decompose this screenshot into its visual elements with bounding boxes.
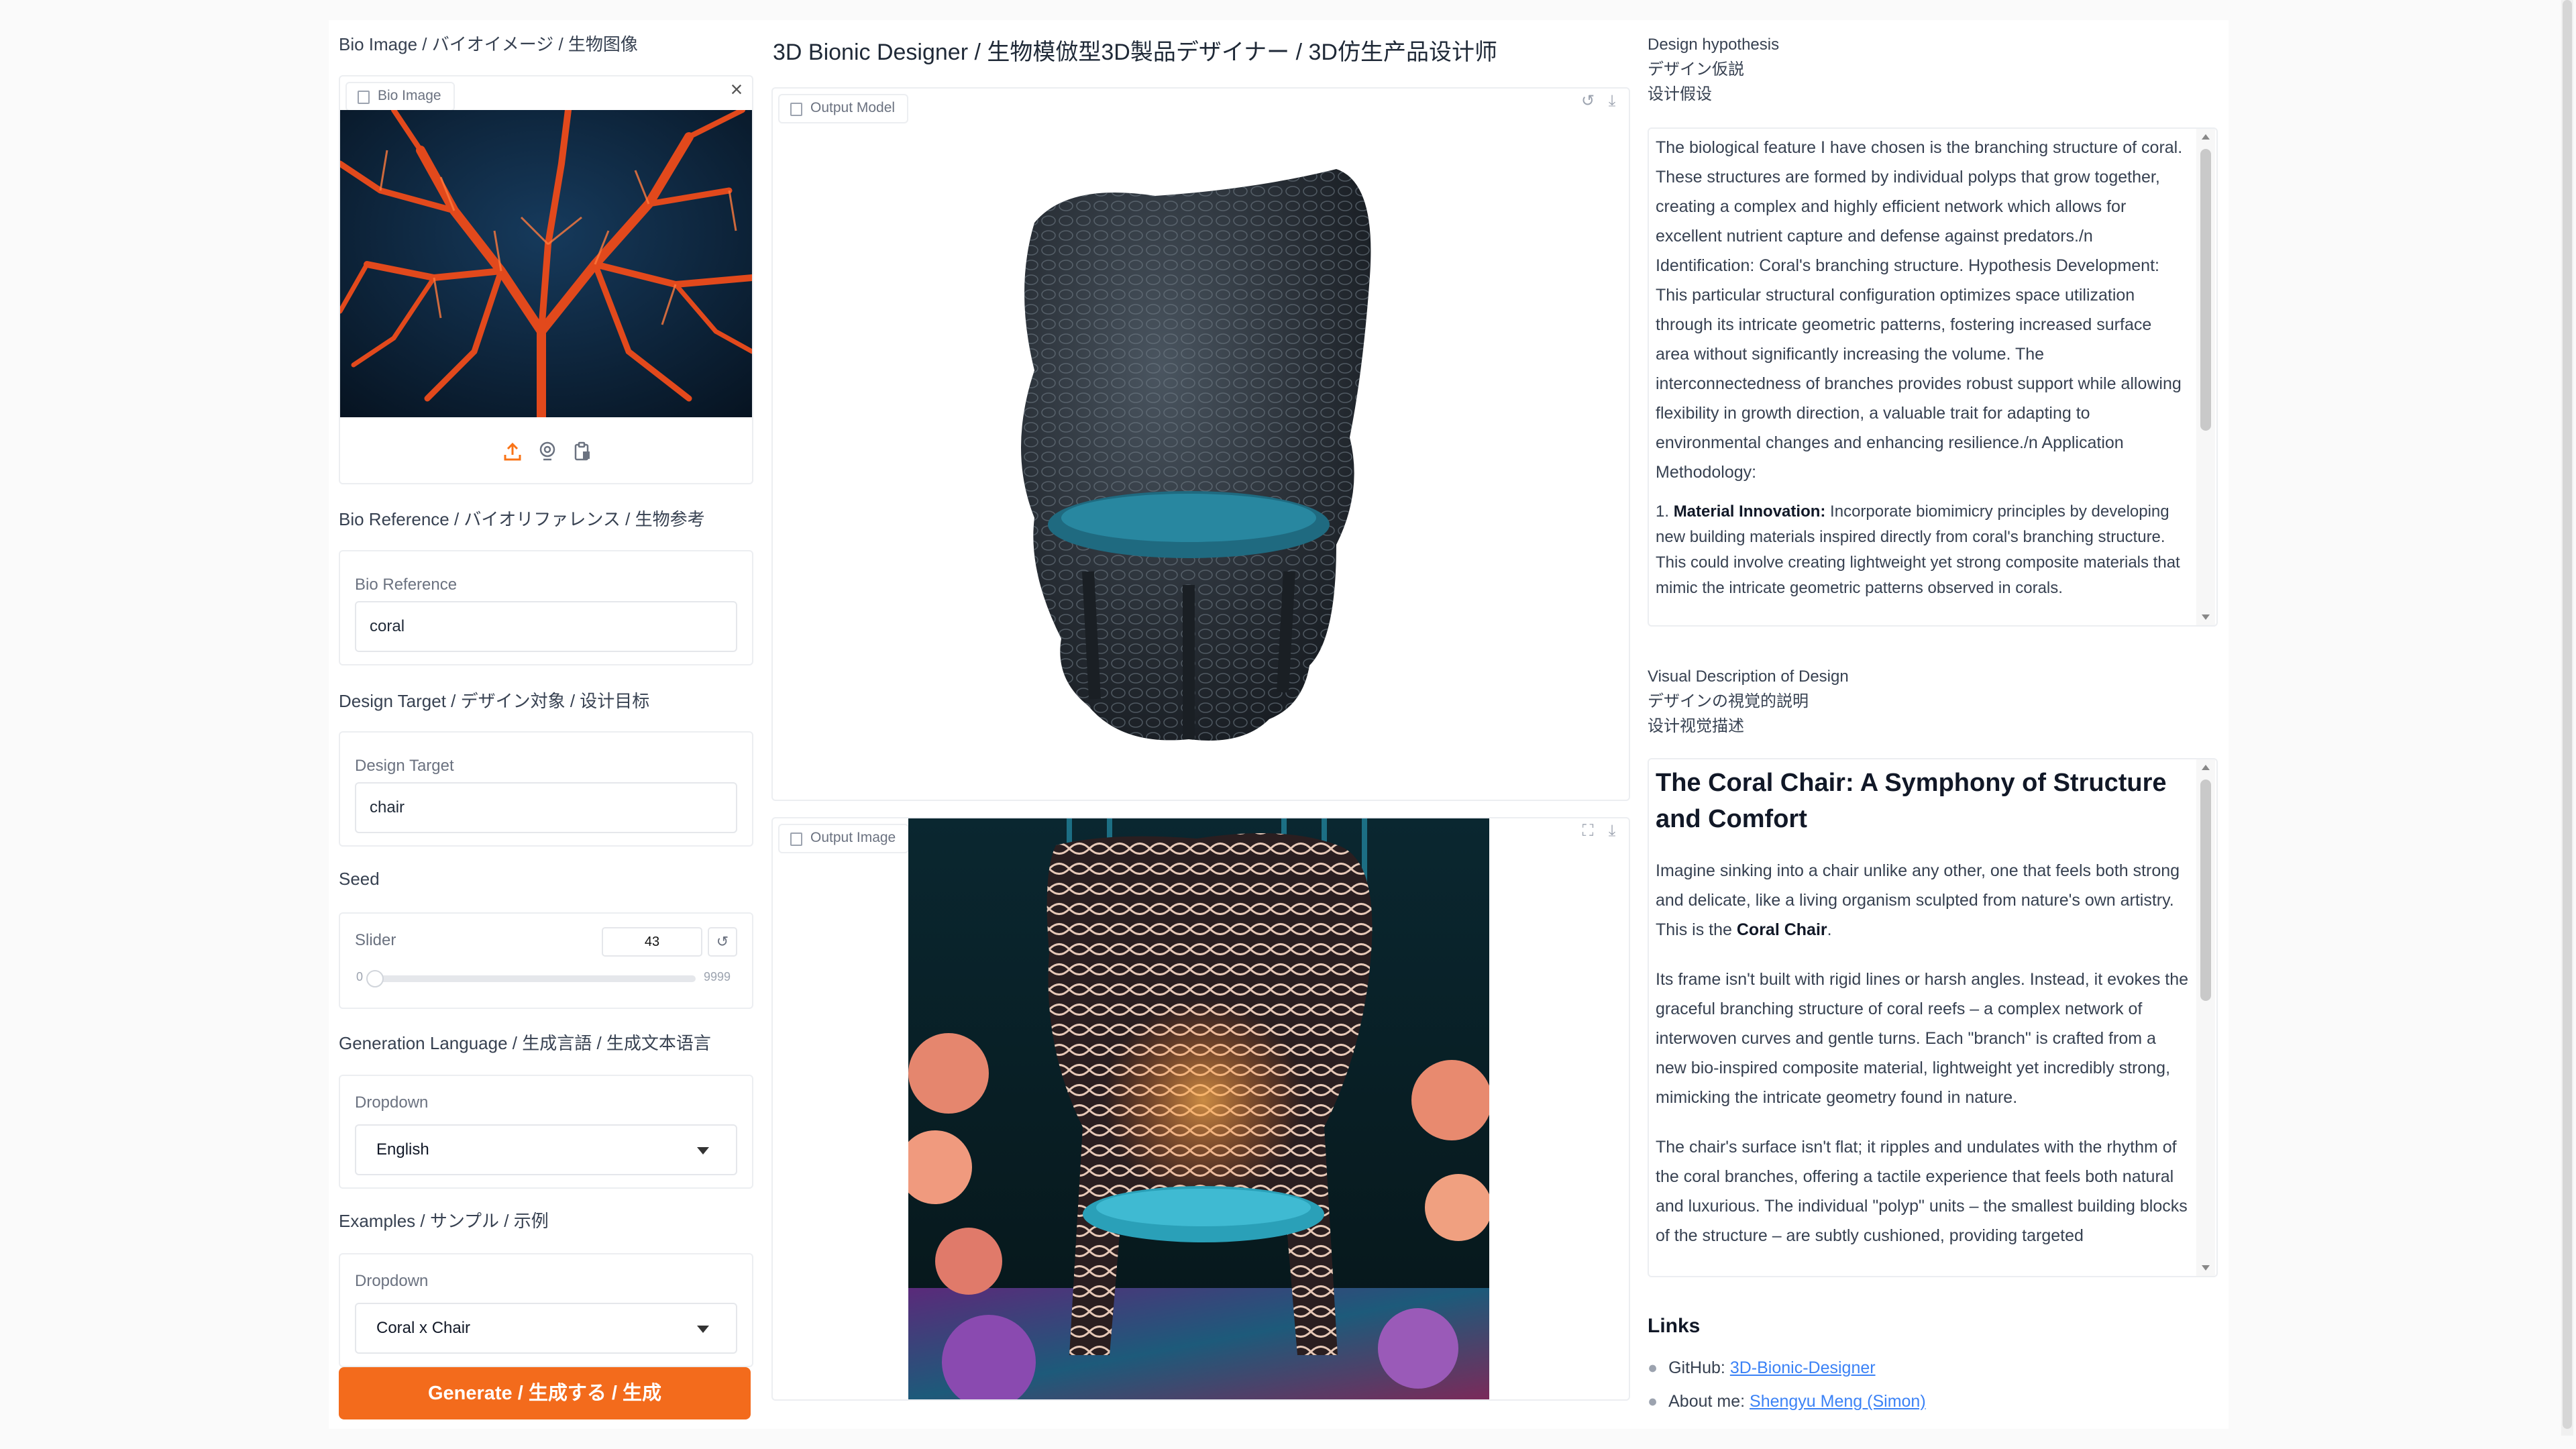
bio-reference-input[interactable]: coral <box>355 601 737 652</box>
seed-slider-track[interactable] <box>366 970 696 987</box>
hypothesis-title-ja: デザイン仮説 <box>1648 60 1744 78</box>
examples-section-title: Examples / サンプル / 示例 <box>339 1211 549 1231</box>
image-icon <box>790 833 802 846</box>
scroll-down-icon[interactable] <box>2202 614 2210 620</box>
webcam-icon[interactable] <box>538 441 557 462</box>
design-target-block: Design Target chair <box>339 731 753 847</box>
hypothesis-paragraph: The biological feature I have chosen is … <box>1656 138 2183 482</box>
link-item-about: ● About me: Shengyu Meng (Simon) <box>1648 1392 1926 1411</box>
generation-language-label: Dropdown <box>355 1093 429 1112</box>
bio-image <box>340 110 752 417</box>
visual-paragraph-2: Its frame isn't built with rigid lines o… <box>1656 970 2189 1107</box>
chevron-down-icon <box>697 1147 709 1155</box>
left-panel: Bio Image / バイオイメージ / 生物图像 Bio Image × B… <box>339 20 753 1429</box>
hypothesis-title: Design hypothesis デザイン仮説 设计假设 <box>1648 32 1779 107</box>
seed-slider-thumb[interactable] <box>366 970 384 987</box>
chevron-down-icon <box>697 1326 709 1333</box>
generate-button[interactable]: Generate / 生成する / 生成 <box>339 1367 751 1419</box>
image-icon <box>358 91 370 104</box>
generation-language-dropdown[interactable]: English <box>355 1124 737 1175</box>
link-item-github: ● GitHub: 3D-Bionic-Designer <box>1648 1358 1876 1377</box>
visual-title-en: Visual Description of Design <box>1648 667 1849 686</box>
download-icon[interactable]: ⤓ <box>1602 91 1622 111</box>
fullscreen-icon[interactable]: ⛶ <box>1578 821 1598 841</box>
file-icon <box>790 103 802 116</box>
examples-dropdown[interactable]: Coral x Chair <box>355 1303 737 1354</box>
upload-icon[interactable] <box>503 441 522 462</box>
bio-image-section-title: Bio Image / バイオイメージ / 生物图像 <box>339 34 638 54</box>
output-model-block: Output Model ↺ ⤓ <box>771 87 1630 801</box>
visual-scroll-thumb[interactable] <box>2200 780 2211 1001</box>
right-panel: Design hypothesis デザイン仮説 设计假设 The biolog… <box>1648 20 2229 1429</box>
visual-scrollbar[interactable] <box>2196 759 2215 1276</box>
design-target-section-title: Design Target / デザイン対象 / 设计目标 <box>339 691 650 711</box>
bio-reference-block: Bio Reference coral <box>339 550 753 665</box>
seed-number-input[interactable]: 43 <box>602 927 702 957</box>
seed-min-label: 0 <box>356 970 364 983</box>
bio-image-tag: Bio Image <box>345 82 455 111</box>
center-panel: 3D Bionic Designer / 生物模倣型3D製品デザイナー / 3D… <box>771 20 1630 1429</box>
bio-image-block: Bio Image × <box>339 75 753 484</box>
hypothesis-title-en: Design hypothesis <box>1648 36 1780 54</box>
seed-section-title: Seed <box>339 869 380 889</box>
seed-max-label: 9999 <box>704 970 731 983</box>
reset-icon[interactable]: ↺ <box>708 927 737 957</box>
bio-reference-section-title: Bio Reference / バイオリファレンス / 生物参考 <box>339 509 705 529</box>
seed-block: Slider 43 ↺ 0 9999 <box>339 912 753 1009</box>
app-container: Bio Image / バイオイメージ / 生物图像 Bio Image × B… <box>329 20 2229 1429</box>
image-toolbar <box>340 439 752 466</box>
visual-description-box: The Coral Chair: A Symphony of Structure… <box>1648 758 2218 1277</box>
hypothesis-text: The biological feature I have chosen is … <box>1656 133 2190 621</box>
hypothesis-scroll-thumb[interactable] <box>2200 149 2211 431</box>
visual-title: Visual Description of Design デザインの視覚的説明 … <box>1648 664 1849 739</box>
examples-value: Coral x Chair <box>376 1319 471 1337</box>
visual-title-zh: 设计视觉描述 <box>1648 717 1744 735</box>
undo-icon[interactable]: ↺ <box>1578 91 1598 111</box>
examples-block: Dropdown Coral x Chair <box>339 1253 753 1367</box>
visual-heading: The Coral Chair: A Symphony of Structure… <box>1656 769 2167 833</box>
output-image-tag: Output Image <box>778 824 910 853</box>
design-target-label: Design Target <box>355 757 454 775</box>
download-icon[interactable]: ⤓ <box>1602 821 1622 841</box>
examples-label: Dropdown <box>355 1272 429 1290</box>
page-title: 3D Bionic Designer / 生物模倣型3D製品デザイナー / 3D… <box>773 40 1497 65</box>
3d-chair-model[interactable] <box>987 169 1430 759</box>
output-model-tag: Output Model <box>778 94 909 123</box>
hypothesis-scrollbar[interactable] <box>2196 129 2215 625</box>
visual-description-text: The Coral Chair: A Symphony of Structure… <box>1656 765 2190 1271</box>
github-link[interactable]: 3D-Bionic-Designer <box>1730 1358 1876 1377</box>
about-link[interactable]: Shengyu Meng (Simon) <box>1750 1392 1926 1411</box>
output-image-block: Output Image ⛶ ⤓ <box>771 817 1630 1401</box>
window-scrollbar[interactable] <box>2561 0 2573 1436</box>
scroll-down-icon[interactable] <box>2202 1265 2210 1271</box>
visual-paragraph-1: Imagine sinking into a chair unlike any … <box>1656 861 2180 939</box>
visual-paragraph-3: The chair's surface isn't flat; it rippl… <box>1656 1138 2188 1245</box>
generation-language-block: Dropdown English <box>339 1075 753 1189</box>
visual-title-ja: デザインの視覚的説明 <box>1648 692 1809 710</box>
generation-language-section-title: Generation Language / 生成言語 / 生成文本语言 <box>339 1033 711 1053</box>
clipboard-icon[interactable] <box>573 441 592 462</box>
clear-image-icon[interactable]: × <box>725 78 748 101</box>
scroll-up-icon[interactable] <box>2202 134 2210 140</box>
hypothesis-title-zh: 设计假设 <box>1648 85 1712 103</box>
links-list: ● GitHub: 3D-Bionic-Designer ● About me: S… <box>1648 1351 1926 1418</box>
seed-slider-label: Slider <box>355 931 396 949</box>
design-target-input[interactable]: chair <box>355 782 737 833</box>
scroll-up-icon[interactable] <box>2202 765 2210 770</box>
generated-chair-image[interactable] <box>908 818 1489 1399</box>
hypothesis-list-item: 1. Material Innovation: Incorporate biom… <box>1656 502 2180 597</box>
bio-reference-label: Bio Reference <box>355 576 458 594</box>
generation-language-value: English <box>376 1140 429 1159</box>
hypothesis-box: The biological feature I have chosen is … <box>1648 127 2218 627</box>
links-title: Links <box>1648 1315 1701 1337</box>
